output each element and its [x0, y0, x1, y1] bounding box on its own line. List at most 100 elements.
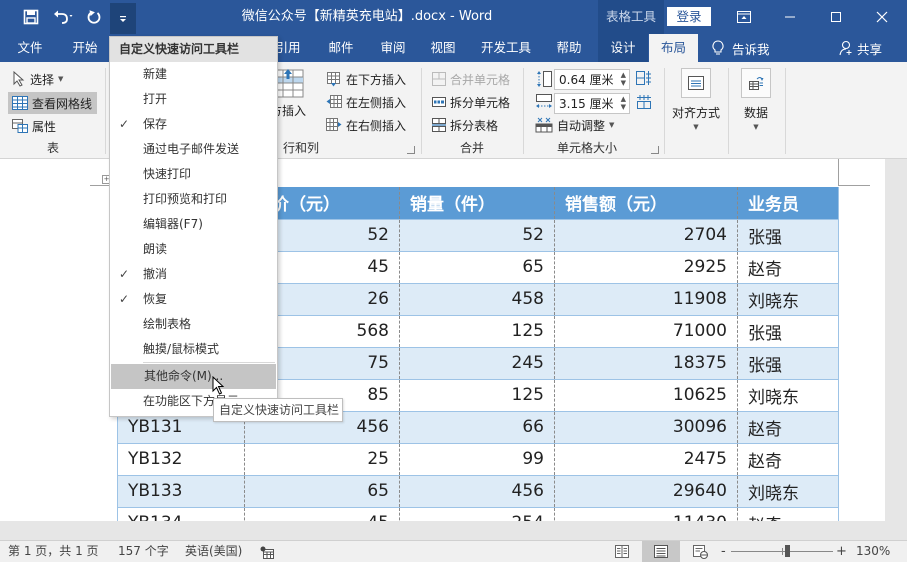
rows-cols-dialog-launcher[interactable] — [407, 146, 415, 154]
alignment-button[interactable]: 对齐方式 ▼ — [670, 68, 722, 131]
menu-item[interactable]: 编辑器(F7) — [110, 212, 277, 237]
data-button[interactable]: 数据 ▼ — [737, 68, 775, 131]
menu-item[interactable]: 绘制表格 — [110, 312, 277, 337]
menu-item[interactable]: 新建 — [110, 62, 277, 87]
table-cell[interactable]: 2704 — [554, 218, 738, 252]
zoom-out-button[interactable]: - — [721, 541, 726, 562]
table-cell[interactable]: 458 — [399, 282, 555, 316]
menu-item[interactable]: ✓ 恢复 — [110, 287, 277, 312]
tab-file[interactable]: 文件 — [8, 34, 52, 62]
share-button[interactable]: 共享 — [838, 34, 882, 62]
table-cell[interactable]: 71000 — [554, 314, 738, 348]
table-cell[interactable]: 29640 — [554, 474, 738, 508]
table-cell[interactable]: 2925 — [554, 250, 738, 284]
print-layout-button[interactable] — [642, 541, 680, 562]
table-cell[interactable]: 赵奇 — [737, 442, 839, 476]
table-cell[interactable]: 赵奇 — [737, 250, 839, 284]
table-cell[interactable]: YB134 — [117, 506, 245, 521]
table-cell[interactable]: 52 — [399, 218, 555, 252]
ribbon-display-options-button[interactable] — [721, 0, 767, 34]
menu-item[interactable]: 朗读 — [110, 237, 277, 262]
menu-item[interactable]: ✓ 保存 — [110, 112, 277, 137]
column-width-spinner[interactable]: ▲ ▼ — [621, 95, 626, 111]
tab-table-design[interactable]: 设计 — [598, 34, 648, 62]
word-count[interactable]: 157 个字 — [118, 541, 169, 562]
language[interactable]: 英语(美国) — [185, 541, 242, 562]
menu-item[interactable]: 通过电子邮件发送 — [110, 137, 277, 162]
table-cell[interactable]: 65 — [399, 250, 555, 284]
table-cell[interactable]: 2475 — [554, 442, 738, 476]
table-cell[interactable]: 125 — [399, 314, 555, 348]
menu-item-more-commands[interactable]: 其他命令(M)... — [111, 364, 276, 389]
table-cell[interactable]: 10625 — [554, 378, 738, 412]
split-cells-button[interactable]: 拆分单元格 — [432, 91, 510, 113]
header-cell[interactable]: 业务员 — [737, 187, 839, 220]
row-height-spinner[interactable]: ▲ ▼ — [621, 71, 626, 87]
insert-right-button[interactable]: 在右侧插入 — [326, 114, 406, 136]
header-cell[interactable]: 销售额（元） — [554, 187, 738, 220]
tab-developer[interactable]: 开发工具 — [475, 34, 537, 62]
tab-mailings[interactable]: 邮件 — [320, 34, 362, 62]
table-cell[interactable]: 65 — [244, 474, 400, 508]
table-cell[interactable]: 125 — [399, 378, 555, 412]
split-table-button[interactable]: 拆分表格 — [432, 114, 498, 136]
page-count[interactable]: 第 1 页，共 1 页 — [8, 541, 99, 562]
table-cell[interactable]: 刘晓东 — [737, 474, 839, 508]
tab-help[interactable]: 帮助 — [548, 34, 590, 62]
select-button[interactable]: 选择 ▼ — [12, 68, 63, 90]
menu-item[interactable]: 打印预览和打印 — [110, 187, 277, 212]
menu-item[interactable]: 打开 — [110, 87, 277, 112]
table-cell[interactable]: 99 — [399, 442, 555, 476]
table-cell[interactable]: 张强 — [737, 218, 839, 252]
table-cell[interactable]: 254 — [399, 506, 555, 521]
tab-review[interactable]: 审阅 — [372, 34, 414, 62]
merge-cells-button[interactable]: 合并单元格 — [432, 68, 510, 90]
table-cell[interactable]: 赵奇 — [737, 506, 839, 521]
table-cell[interactable]: 18375 — [554, 346, 738, 380]
undo-button[interactable] — [48, 4, 78, 30]
tab-home[interactable]: 开始 — [62, 34, 108, 62]
table-cell[interactable]: 赵奇 — [737, 410, 839, 444]
tab-view[interactable]: 视图 — [423, 34, 463, 62]
row-height-input[interactable]: 0.64 厘米 ▲ ▼ — [554, 69, 630, 90]
login-button[interactable]: 登录 — [667, 7, 711, 26]
web-layout-button[interactable] — [683, 541, 717, 562]
close-button[interactable] — [859, 0, 905, 34]
menu-item[interactable]: 快速打印 — [110, 162, 277, 187]
minimize-button[interactable] — [767, 0, 813, 34]
tell-me-search[interactable]: 告诉我 — [712, 34, 770, 62]
zoom-slider-thumb[interactable] — [785, 545, 790, 557]
zoom-in-button[interactable]: + — [836, 541, 847, 562]
cell-size-dialog-launcher[interactable] — [651, 146, 659, 154]
autofit-button[interactable]: 自动调整 ▼ — [535, 114, 614, 136]
table-cell[interactable]: 66 — [399, 410, 555, 444]
menu-item[interactable]: 触摸/鼠标模式 — [110, 337, 277, 362]
read-mode-button[interactable] — [605, 541, 639, 562]
table-cell[interactable]: YB133 — [117, 474, 245, 508]
vertical-scrollbar[interactable] — [885, 159, 907, 521]
maximize-button[interactable] — [813, 0, 859, 34]
zoom-level[interactable]: 130% — [856, 541, 890, 562]
table-cell[interactable]: 刘晓东 — [737, 378, 839, 412]
table-cell[interactable]: 456 — [399, 474, 555, 508]
header-cell[interactable]: 销量（件） — [399, 187, 555, 220]
insert-left-button[interactable]: 在左侧插入 — [326, 91, 406, 113]
tab-table-layout[interactable]: 布局 — [649, 34, 698, 62]
column-width-input[interactable]: 3.15 厘米 ▲ ▼ — [554, 93, 630, 114]
macro-record-button[interactable] — [260, 545, 274, 559]
table-cell[interactable]: YB132 — [117, 442, 245, 476]
save-button[interactable] — [18, 4, 44, 30]
table-cell[interactable]: 30096 — [554, 410, 738, 444]
table-properties-button[interactable]: 属性 — [12, 115, 56, 137]
menu-item[interactable]: ✓ 撤消 — [110, 262, 277, 287]
table-cell[interactable]: 张强 — [737, 346, 839, 380]
table-cell[interactable]: 245 — [399, 346, 555, 380]
table-cell[interactable]: 张强 — [737, 314, 839, 348]
table-cell[interactable]: 刘晓东 — [737, 282, 839, 316]
customize-qat-button[interactable] — [110, 3, 136, 34]
table-cell[interactable]: 11430 — [554, 506, 738, 521]
table-cell[interactable]: 45 — [244, 506, 400, 521]
table-cell[interactable]: 25 — [244, 442, 400, 476]
redo-button[interactable] — [82, 4, 106, 30]
view-gridlines-button[interactable]: 查看网格线 — [8, 92, 97, 114]
